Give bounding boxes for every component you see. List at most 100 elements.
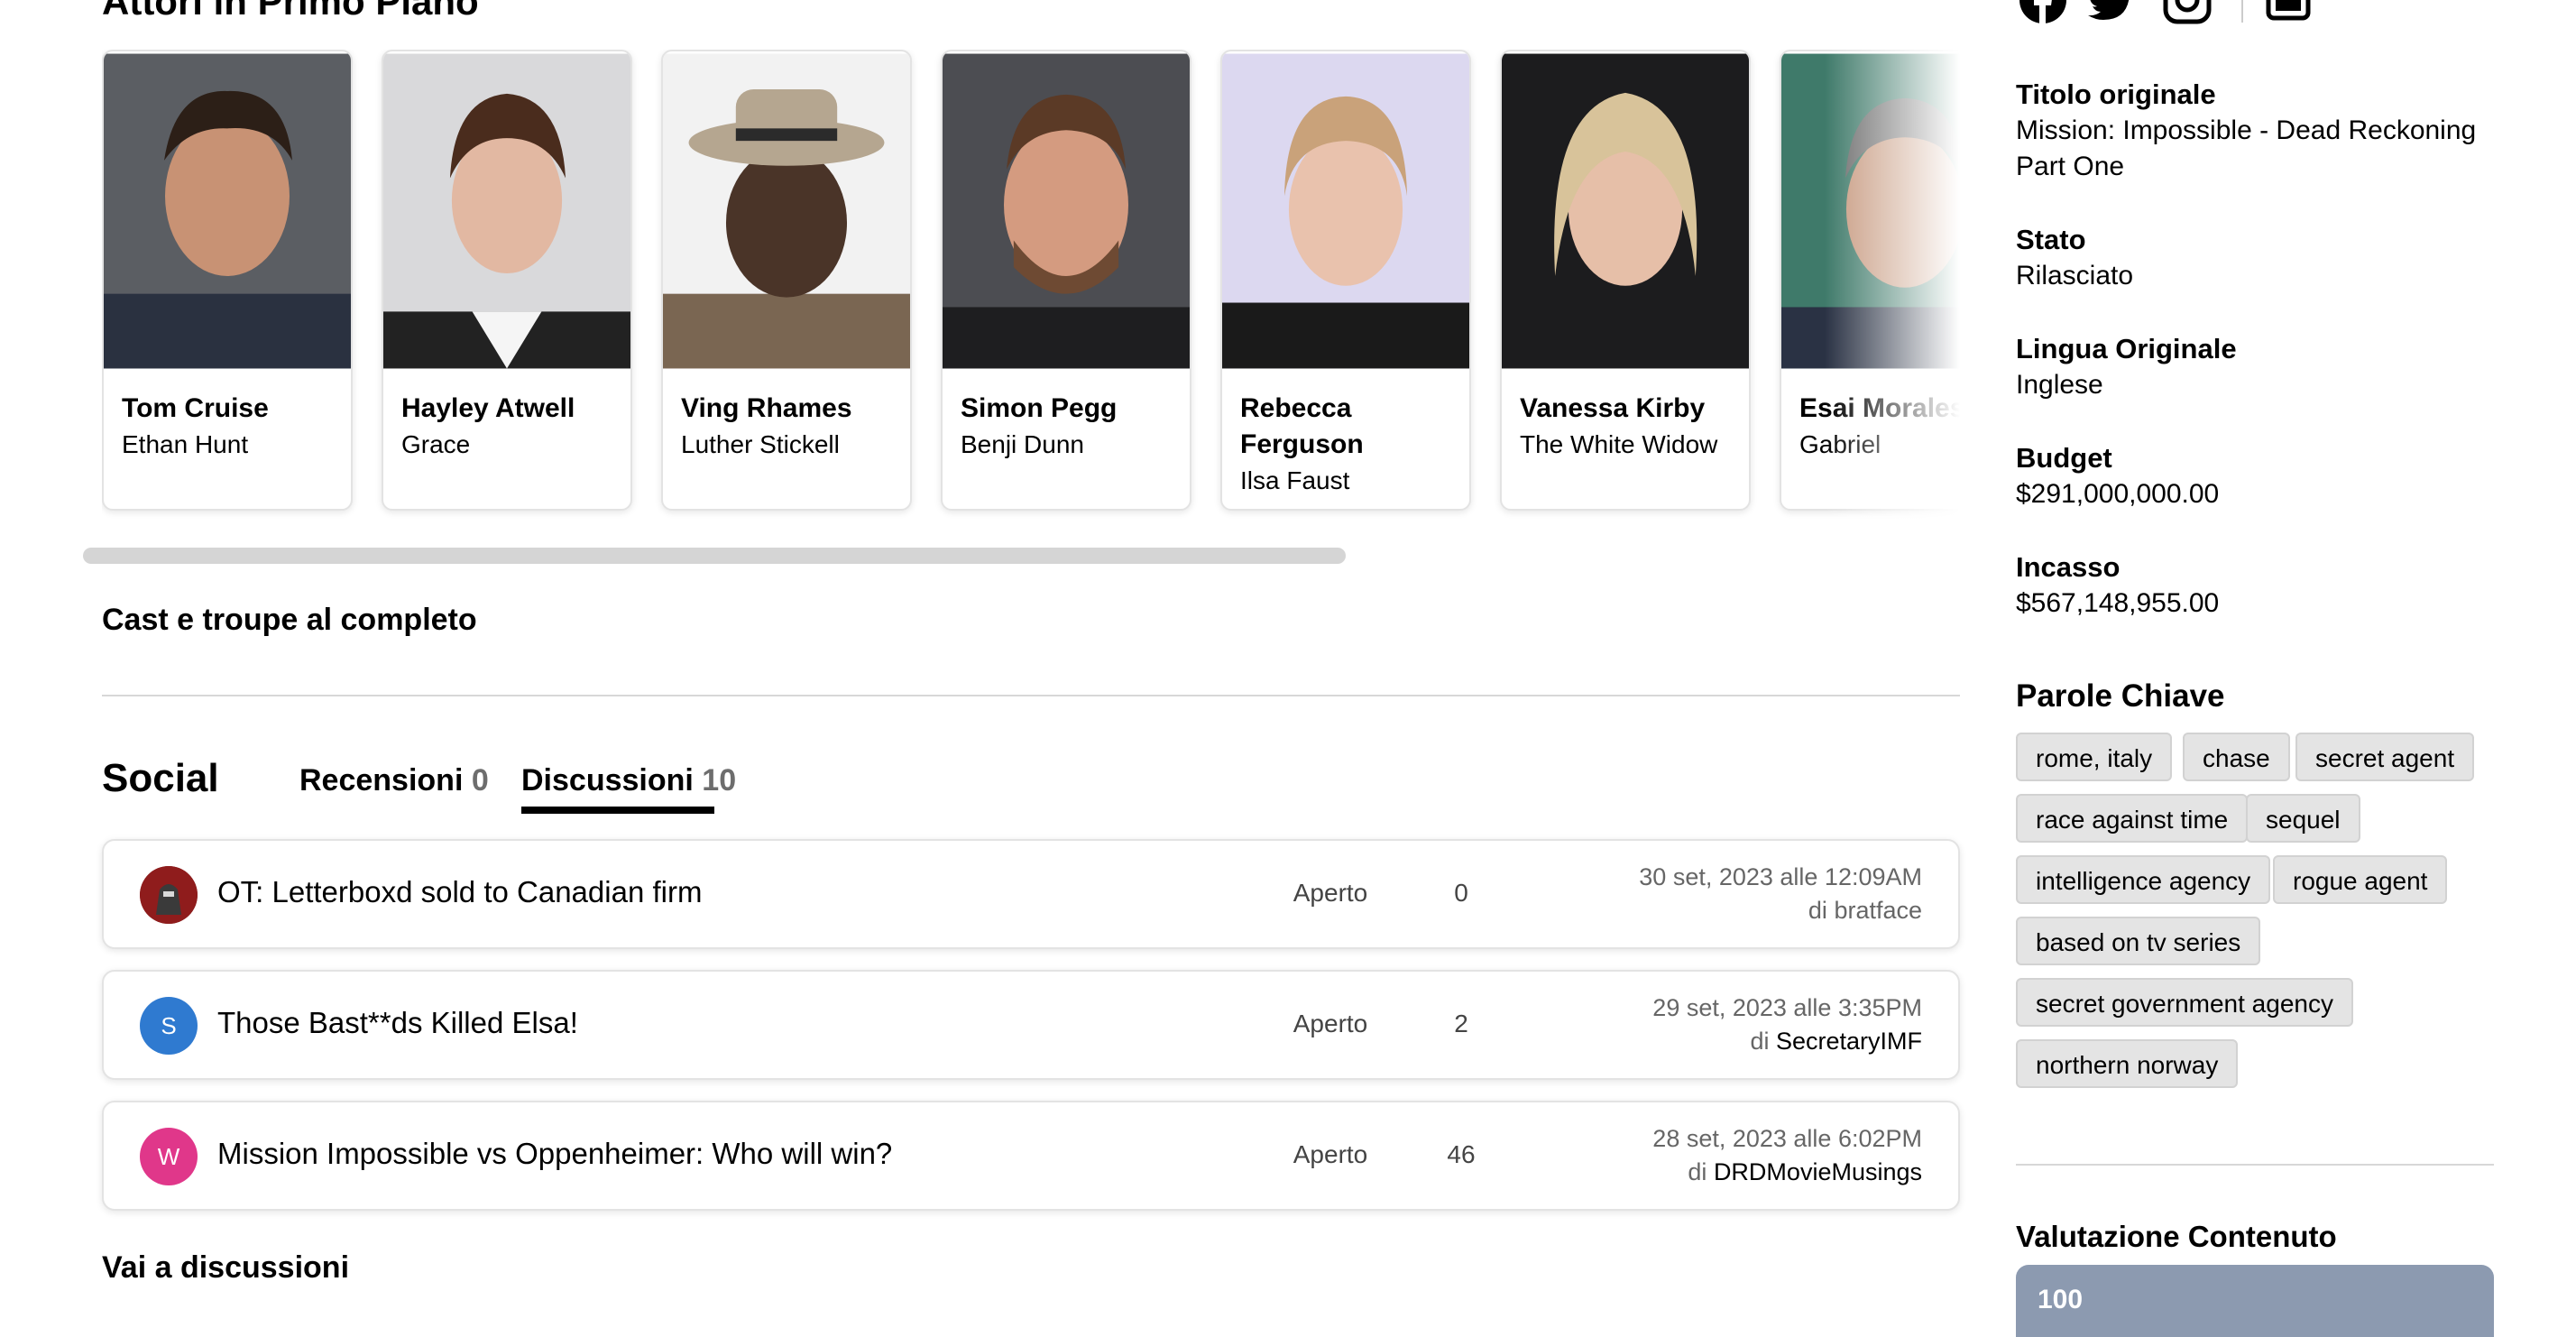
tab-count: 0 (471, 763, 489, 798)
fact-value: $291,000,000.00 (2016, 479, 2220, 509)
cast-scrollbar[interactable] (83, 548, 1346, 564)
keyword-tag[interactable]: based on tv series (2016, 917, 2261, 965)
cast-name[interactable]: Simon Pegg (961, 391, 1172, 427)
cast-card[interactable]: Tom Cruise Ethan Hunt (102, 50, 353, 511)
keyword-tag[interactable]: northern norway (2016, 1039, 2239, 1088)
cast-photo[interactable] (943, 51, 1190, 371)
main-column: Attori in Primo Piano Tom Cruise Ethan H… (0, 0, 1984, 1319)
sidebar-divider (2016, 1164, 2494, 1166)
fact-value: $567,148,955.00 (2016, 588, 2220, 618)
full-cast-link[interactable]: Cast e troupe al completo (102, 603, 477, 638)
goto-discussions-link[interactable]: Vai a discussioni (102, 1250, 349, 1286)
cast-character: Grace (401, 430, 471, 458)
twitter-icon[interactable] (2086, 0, 2140, 27)
cast-name[interactable]: Rebecca Ferguson (1240, 391, 1451, 463)
fact-label: Stato (2016, 224, 2086, 255)
cast-name[interactable]: Esai Morales (1799, 391, 1960, 427)
by-prefix: di (1808, 897, 1827, 924)
instagram-icon[interactable] (2160, 0, 2214, 27)
avatar[interactable]: S (140, 997, 198, 1055)
keyword-tag[interactable]: rome, italy (2016, 733, 2173, 781)
cast-card[interactable]: Ving Rhames Luther Stickell (661, 50, 912, 511)
fact-label: Lingua Originale (2016, 333, 2237, 364)
cast-photo[interactable] (663, 51, 910, 371)
cast-card[interactable]: Vanessa Kirby The White Widow (1500, 50, 1751, 511)
cast-card[interactable]: Simon Pegg Benji Dunn (941, 50, 1191, 511)
fact-value: Rilasciato (2016, 261, 2134, 290)
keywords-title: Parole Chiave (2016, 678, 2225, 714)
tab-label: Recensioni (299, 763, 464, 798)
by-prefix: di (1750, 1028, 1770, 1055)
discussion-meta: 30 set, 2023 alle 12:09AM di bratface (1639, 861, 1922, 927)
discussion-title[interactable]: OT: Letterboxd sold to Canadian firm (217, 875, 702, 909)
cast-card[interactable]: Rebecca Ferguson Ilsa Faust (1220, 50, 1471, 511)
cast-character: Benji Dunn (961, 430, 1084, 458)
cast-character: The White Widow (1520, 430, 1718, 458)
cast-name[interactable]: Tom Cruise (122, 391, 333, 427)
tab-count: 10 (702, 763, 737, 798)
by-prefix: di (1688, 1158, 1707, 1185)
fact-revenue: Incasso $567,148,955.00 (2016, 549, 2494, 622)
discussion-author[interactable]: SecretaryIMF (1776, 1028, 1922, 1055)
fact-label: Titolo originale (2016, 78, 2216, 110)
cast-photo[interactable] (1781, 51, 1960, 371)
fact-label: Incasso (2016, 551, 2121, 583)
cast-card[interactable]: Esai Morales Gabriel (1780, 50, 1960, 511)
discussion-row[interactable]: OT: Letterboxd sold to Canadian firm Ape… (102, 839, 1960, 949)
keyword-tag[interactable]: rogue agent (2273, 855, 2448, 904)
tab-reviews[interactable]: Recensioni 0 (299, 763, 489, 798)
discussion-row[interactable]: S Those Bast**ds Killed Elsa! Aperto 2 2… (102, 970, 1960, 1080)
keyword-tag[interactable]: secret agent (2295, 733, 2475, 781)
keyword-tag[interactable]: race against time (2016, 794, 2249, 843)
cast-photo[interactable] (1222, 51, 1469, 371)
keyword-tag[interactable]: sequel (2246, 794, 2360, 843)
section-divider (102, 695, 1960, 696)
discussion-date[interactable]: 28 set, 2023 alle 6:02PM (1652, 1122, 1922, 1156)
tab-label: Discussioni (521, 763, 694, 798)
discussion-status: Aperto (1293, 879, 1368, 907)
avatar[interactable] (140, 866, 198, 924)
discussion-meta: 28 set, 2023 alle 6:02PM di DRDMovieMusi… (1652, 1122, 1922, 1189)
content-rating-title: Valutazione Contenuto (2016, 1220, 2337, 1253)
discussion-date[interactable]: 30 set, 2023 alle 12:09AM (1639, 861, 1922, 894)
robot-avatar-icon (140, 866, 198, 924)
keyword-tag[interactable]: secret government agency (2016, 978, 2353, 1027)
discussion-author[interactable]: bratface (1834, 897, 1922, 924)
cast-character: Ilsa Faust (1240, 466, 1350, 494)
fact-label: Budget (2016, 442, 2112, 474)
discussion-title[interactable]: Mission Impossible vs Oppenheimer: Who w… (217, 1137, 892, 1171)
fact-status: Stato Rilasciato (2016, 222, 2494, 294)
icon-divider (2241, 0, 2243, 23)
facebook-icon[interactable] (2016, 0, 2070, 27)
discussion-replies: 0 (1454, 879, 1468, 907)
fact-value: Mission: Impossible - Dead Reckoning Par… (2016, 115, 2477, 181)
cast-photo[interactable] (383, 51, 630, 371)
cast-scroller[interactable]: Tom Cruise Ethan Hunt Hayley Atwell Grac… (102, 50, 1960, 519)
avatar[interactable]: W (140, 1128, 198, 1185)
cast-card[interactable]: Hayley Atwell Grace (382, 50, 632, 511)
content-rating-score[interactable]: 100 (2016, 1265, 2494, 1337)
cast-character: Ethan Hunt (122, 430, 249, 458)
fact-budget: Budget $291,000,000.00 (2016, 440, 2494, 512)
keyword-tag[interactable]: intelligence agency (2016, 855, 2271, 904)
fact-value: Inglese (2016, 370, 2103, 400)
cast-character: Luther Stickell (681, 430, 840, 458)
discussion-meta: 29 set, 2023 alle 3:35PM di SecretaryIMF (1652, 991, 1922, 1058)
discussion-date[interactable]: 29 set, 2023 alle 3:35PM (1652, 991, 1922, 1025)
tab-discussions[interactable]: Discussioni 10 (521, 763, 736, 798)
discussion-status: Aperto (1293, 1140, 1368, 1168)
cast-photo[interactable] (1502, 51, 1749, 371)
cast-name[interactable]: Vanessa Kirby (1520, 391, 1731, 427)
fact-original-title: Titolo originale Mission: Impossible - D… (2016, 77, 2494, 185)
cast-character: Gabriel (1799, 430, 1881, 458)
discussion-status: Aperto (1293, 1010, 1368, 1037)
discussion-row[interactable]: W Mission Impossible vs Oppenheimer: Who… (102, 1101, 1960, 1211)
discussion-author[interactable]: DRDMovieMusings (1714, 1158, 1922, 1185)
cast-name[interactable]: Hayley Atwell (401, 391, 612, 427)
active-tab-indicator (521, 807, 714, 814)
cast-name[interactable]: Ving Rhames (681, 391, 892, 427)
discussion-title[interactable]: Those Bast**ds Killed Elsa! (217, 1006, 578, 1040)
cast-photo[interactable] (104, 51, 351, 371)
link-icon[interactable] (2263, 0, 2317, 27)
keyword-tag[interactable]: chase (2183, 733, 2290, 781)
